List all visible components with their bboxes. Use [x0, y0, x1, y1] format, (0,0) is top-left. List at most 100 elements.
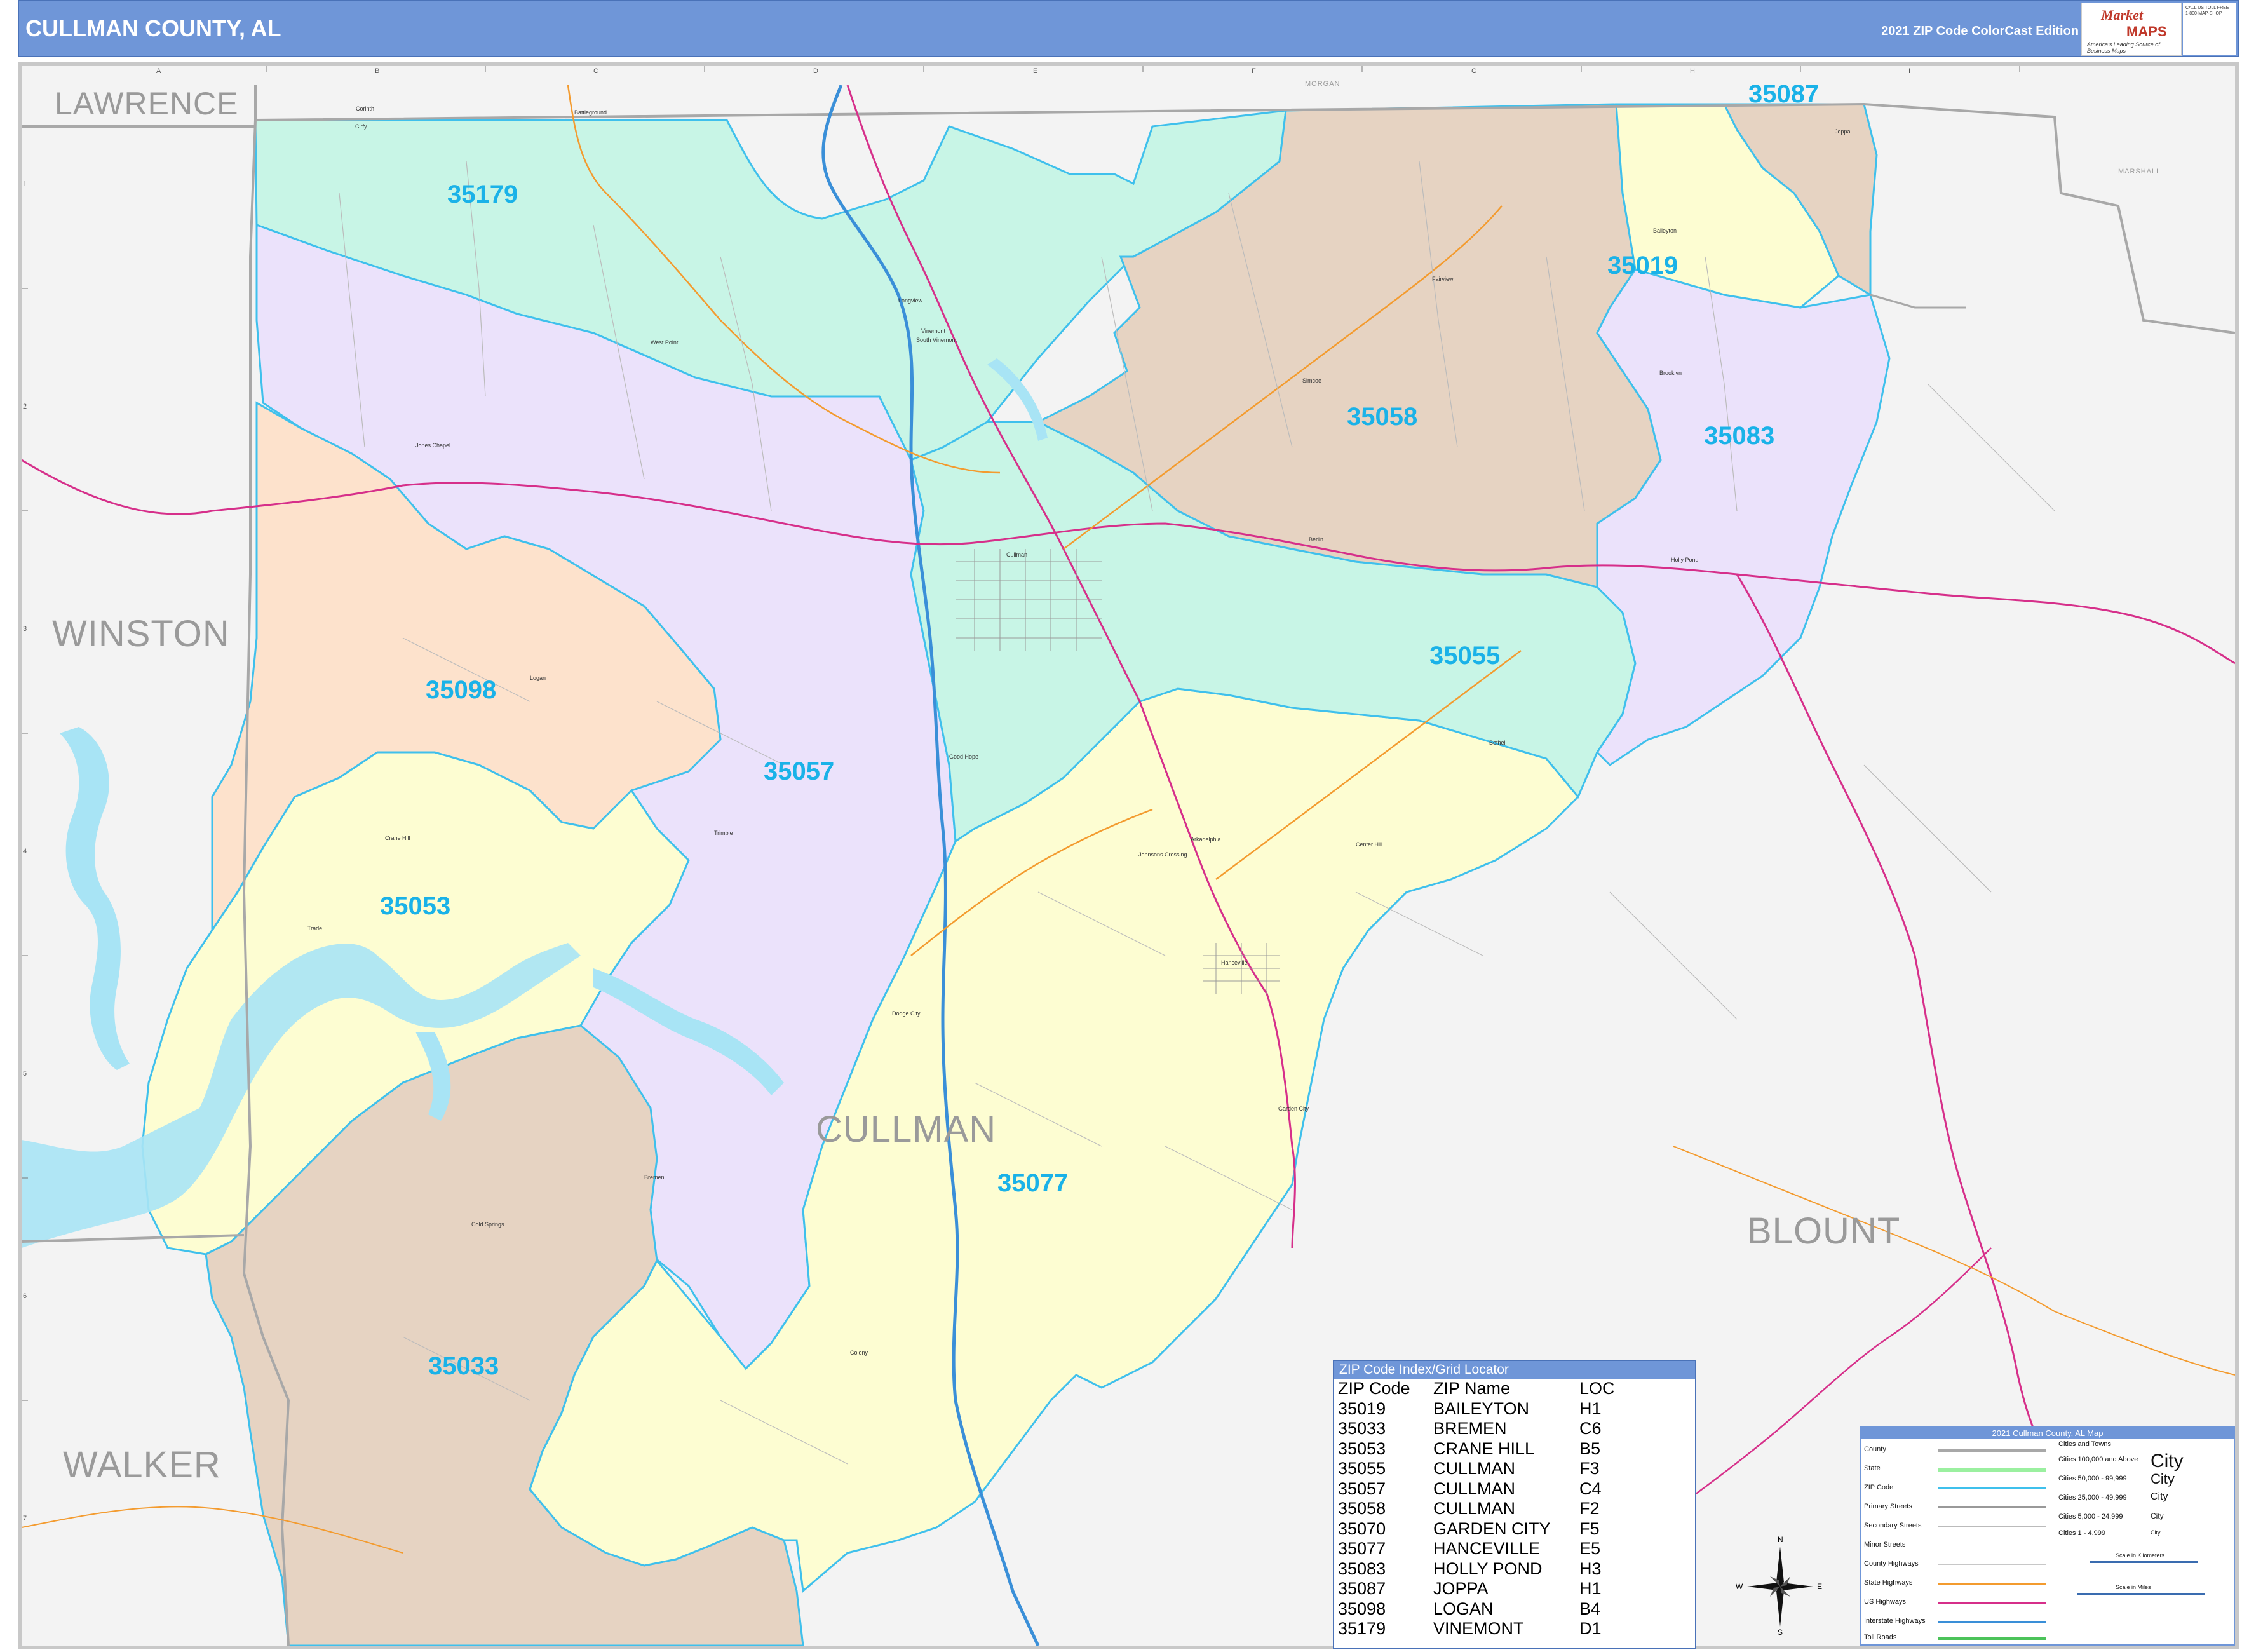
city-label-trimble: Trimble: [714, 830, 733, 836]
zip-code-cell: 35077: [1338, 1539, 1386, 1559]
zip-name-cell: GARDEN CITY: [1433, 1519, 1551, 1538]
city-label-bremen: Bremen: [644, 1174, 665, 1181]
city-label-hanceville: Hanceville: [1221, 959, 1248, 966]
map-title: CULLMAN COUNTY, AL: [25, 15, 281, 41]
table-header-row: ZIP Code ZIP Name LOC: [1338, 1379, 1699, 1399]
compass-w: W: [1736, 1582, 1743, 1591]
grid-col-h: H: [1690, 67, 1695, 75]
compass-e: E: [1817, 1582, 1823, 1591]
legend-title: 2021 Cullman County, AL Map: [1861, 1428, 2234, 1439]
legend-swatch-zip: [1938, 1487, 2046, 1489]
edition-label: 2021 ZIP Code ColorCast Edition: [1881, 24, 2079, 38]
city-label-dodge-city: Dodge City: [892, 1010, 921, 1017]
logo-tagline: America's Leading Source of Business Map…: [2087, 41, 2160, 54]
zip-label-35055: 35055: [1429, 642, 1501, 670]
county-label-lawrence: LAWRENCE: [55, 86, 239, 121]
city-label-good-hope: Good Hope: [949, 754, 979, 760]
legend-city-tier-4: Cities 5,000 - 24,999: [2058, 1513, 2123, 1520]
zip-name-cell: CULLMAN: [1433, 1499, 1516, 1519]
city-label-johnsons-crossing: Johnsons Crossing: [1138, 851, 1187, 858]
table-row: 35077 HANCEVILLE E5: [1338, 1539, 1699, 1559]
legend-city-sample-2: City: [2151, 1471, 2175, 1487]
grid-col-f: F: [1252, 67, 1256, 75]
county-label-blount: BLOUNT: [1747, 1210, 1901, 1252]
table-row: 35087 JOPPA H1: [1338, 1579, 1699, 1599]
county-label-winston: WINSTON: [52, 613, 230, 654]
legend-swatch-secondary: [1938, 1526, 2046, 1527]
map-canvas[interactable]: [22, 66, 2235, 1646]
zip-name-cell: BREMEN: [1433, 1419, 1507, 1439]
city-label-cullman: Cullman: [1006, 552, 1028, 558]
grid-col-c: C: [593, 67, 598, 75]
city-label-brooklyn: Brooklyn: [1659, 370, 1682, 376]
legend-city-tier-3: Cities 25,000 - 49,999: [2058, 1494, 2127, 1501]
zip-label-35098: 35098: [426, 676, 497, 704]
zip-name-cell: HANCEVILLE: [1433, 1539, 1541, 1559]
zip-code-cell: 35070: [1338, 1519, 1386, 1538]
city-label-vinemont: Vinemont: [921, 328, 945, 334]
loc-cell: H1: [1579, 1398, 1602, 1418]
county-label-marshall: MARSHALL: [2118, 168, 2161, 175]
city-label-corinth: Corinth: [356, 105, 375, 112]
city-label-trade: Trade: [307, 925, 323, 931]
city-label-simcoe: Simcoe: [1302, 377, 1322, 384]
legend-city-tier-2: Cities 50,000 - 99,999: [2058, 1475, 2127, 1482]
city-label-battleground: Battleground: [574, 109, 607, 116]
legend-item-county-highways: County Highways: [1864, 1560, 1919, 1567]
loc-cell: F2: [1579, 1499, 1600, 1519]
grid-row-1: 1: [23, 180, 27, 188]
city-label-garden-city: Garden City: [1278, 1106, 1309, 1112]
zip-label-35179: 35179: [447, 180, 518, 208]
loc-cell: D1: [1579, 1619, 1602, 1639]
grid-col-i: I: [1908, 67, 1911, 75]
legend-swatch-state: [1938, 1468, 2046, 1472]
legend-swatch-us-hwy: [1938, 1602, 2046, 1604]
zip-label-35057: 35057: [764, 757, 835, 785]
zip-name-cell: HOLLY POND: [1433, 1559, 1543, 1578]
grid-row-3: 3: [23, 625, 27, 633]
table-row: 35033 BREMEN C6: [1338, 1419, 1699, 1439]
grid-col-b: B: [375, 67, 380, 75]
city-label-cold-springs: Cold Springs: [471, 1221, 504, 1228]
zip-code-cell: 35055: [1338, 1459, 1386, 1479]
zip-label-35053: 35053: [380, 892, 451, 920]
zip-label-35077: 35077: [997, 1169, 1069, 1197]
compass-n: N: [1778, 1535, 1783, 1544]
legend-city-sample-3: City: [2151, 1491, 2168, 1502]
city-label-fairview: Fairview: [1432, 276, 1454, 282]
grid-col-d: D: [813, 67, 818, 75]
legend-swatch-interstate: [1938, 1621, 2046, 1623]
zip-name-cell: CULLMAN: [1433, 1479, 1516, 1498]
legend-swatch-county: [1938, 1449, 2046, 1452]
zip-name-cell: CRANE HILL: [1433, 1439, 1535, 1458]
grid-col-g: G: [1471, 67, 1477, 75]
city-label-center-hill: Center Hill: [1356, 841, 1383, 848]
grid-row-6: 6: [23, 1292, 27, 1300]
zip-code-cell: 35033: [1338, 1419, 1386, 1439]
legend-cities-title: Cities and Towns: [2058, 1440, 2111, 1448]
legend-city-sample-5: City: [2151, 1529, 2161, 1536]
legend-swatch-primary: [1938, 1506, 2046, 1508]
zip-name-cell: JOPPA: [1433, 1579, 1489, 1599]
county-label-cullman: CULLMAN: [816, 1109, 997, 1150]
grid-row-7: 7: [23, 1515, 27, 1522]
legend-city-sample-1: City: [2151, 1451, 2184, 1472]
table-row: 35058 CULLMAN F2: [1338, 1499, 1699, 1519]
table-row: 35019 BAILEYTON H1: [1338, 1399, 1699, 1419]
grid-col-e: E: [1033, 67, 1038, 75]
zip-code-cell: 35098: [1338, 1599, 1386, 1618]
grid-row-2: 2: [23, 403, 27, 410]
compass-s: S: [1778, 1628, 1783, 1637]
zip-label-35033: 35033: [428, 1352, 499, 1380]
table-row: 35057 CULLMAN C4: [1338, 1479, 1699, 1500]
zip-label-35083: 35083: [1704, 422, 1775, 450]
grid-row-5: 5: [23, 1070, 27, 1078]
loc-cell: B4: [1579, 1599, 1601, 1618]
city-label-joppa: Joppa: [1835, 128, 1851, 135]
legend-scale-km: Scale in Kilometers: [2116, 1552, 2165, 1559]
legend-item-toll-roads: Toll Roads: [1864, 1634, 1897, 1641]
zip-name-cell: BAILEYTON: [1433, 1398, 1530, 1418]
city-label-west-point: West Point: [651, 339, 679, 346]
city-label-bethel: Bethel: [1489, 740, 1506, 746]
table-row: 35070 GARDEN CITY F5: [1338, 1519, 1699, 1540]
